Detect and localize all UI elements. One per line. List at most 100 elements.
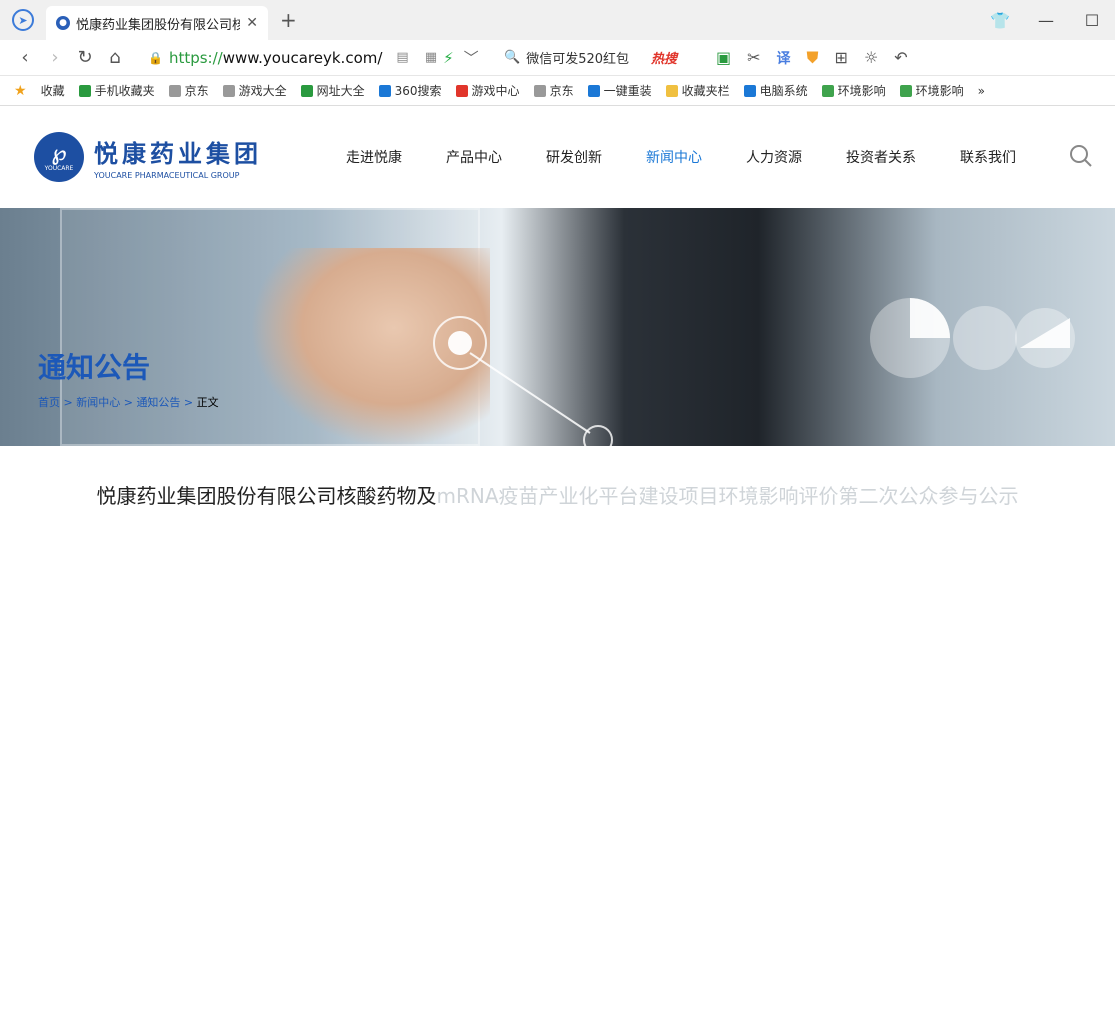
site-header: ℘ YOUCARE 悦康药业集团 YOUCARE PHARMACEUTICAL … bbox=[0, 106, 1115, 208]
bookmark-item[interactable]: 游戏中心 bbox=[455, 82, 520, 99]
home-icon[interactable]: ⌂ bbox=[100, 47, 130, 68]
bookmark-item[interactable]: 收藏 bbox=[41, 82, 65, 99]
search-box[interactable]: 🔍 微信可发520红包 热搜 bbox=[504, 48, 704, 67]
browser-tab[interactable]: ● 悦康药业集团股份有限公司核酸 ✕ bbox=[46, 6, 268, 40]
breadcrumb-link[interactable]: 通知公告 bbox=[136, 396, 180, 409]
navigation-icon[interactable]: ➤ bbox=[12, 9, 34, 31]
article-title-faded: mRNA疫苗产业化平台建设项目环境影响评价第二次公众参与公示 bbox=[436, 484, 1019, 508]
bookmark-label: 收藏 bbox=[40, 84, 65, 98]
bookmark-label: 环境影响 bbox=[915, 84, 964, 98]
bookmark-item[interactable]: 电脑系统 bbox=[743, 82, 808, 99]
bookmark-item[interactable]: 环境影响 bbox=[899, 82, 964, 99]
bookmark-icon bbox=[78, 84, 91, 97]
address-toolbar: ‹ › ↻ ⌂ 🔒 https:// www.youcareyk.com/ ▤ … bbox=[0, 40, 1115, 76]
breadcrumb-link[interactable]: 首页 bbox=[38, 396, 60, 409]
back-icon[interactable]: ‹ bbox=[10, 47, 40, 68]
tab-close-icon[interactable]: ✕ bbox=[246, 15, 258, 31]
bookmark-label: 电脑系统 bbox=[759, 84, 808, 98]
new-tab-icon[interactable]: + bbox=[280, 8, 297, 32]
url-field[interactable]: 🔒 https:// www.youcareyk.com/ ▤ ▦ ⚡ ﹀ bbox=[148, 47, 488, 68]
breadcrumb-separator: > bbox=[180, 396, 197, 409]
site-search-icon[interactable] bbox=[1069, 144, 1093, 168]
bookmark-item[interactable]: 网址大全 bbox=[300, 82, 365, 99]
window-controls: 👕 — ☐ bbox=[977, 0, 1115, 40]
nav-item[interactable]: 人力资源 bbox=[746, 147, 802, 167]
tab-title: 悦康药业集团股份有限公司核酸 bbox=[76, 17, 241, 33]
logo-mark-text: YOUCARE bbox=[44, 164, 74, 172]
bookmark-label: 京东 bbox=[549, 84, 574, 98]
url-scheme: https:// bbox=[168, 48, 223, 67]
nav-item[interactable]: 走进悦康 bbox=[346, 147, 402, 167]
site-logo[interactable]: ℘ YOUCARE 悦康药业集团 YOUCARE PHARMACEUTICAL … bbox=[34, 132, 262, 182]
breadcrumb-separator: > bbox=[120, 396, 137, 409]
maximize-icon[interactable]: ☐ bbox=[1069, 11, 1115, 30]
bookmark-item[interactable]: 京东 bbox=[168, 82, 209, 99]
bookmark-label: 收藏夹栏 bbox=[681, 84, 730, 98]
page-banner: 通知公告 首页 > 新闻中心 > 通知公告 > 正文 bbox=[0, 208, 1115, 446]
logo-mark-icon: ℘ YOUCARE bbox=[34, 132, 84, 182]
lock-icon: 🔒 bbox=[148, 50, 163, 65]
shield-icon[interactable]: ⛊ bbox=[807, 48, 819, 68]
bookmarks-bar: ★ 收藏 手机收藏夹 京东 游戏大全 网址大全 360搜索 游戏中心 京东 一键重装 收藏夹栏 电脑… bbox=[0, 76, 1115, 106]
apps-icon[interactable]: ⊞ bbox=[835, 48, 848, 67]
bookmark-label: 360搜索 bbox=[394, 84, 442, 98]
bookmark-item[interactable]: 环境影响 bbox=[821, 82, 886, 99]
breadcrumb-separator: > bbox=[60, 396, 77, 409]
logo-chinese-name: 悦康药业集团 bbox=[94, 140, 262, 168]
nav-item[interactable]: 产品中心 bbox=[446, 147, 502, 167]
translate-icon[interactable]: 译 bbox=[777, 48, 791, 68]
undo-icon[interactable]: ↶ bbox=[894, 48, 907, 67]
bookmark-item[interactable]: 360搜索 bbox=[378, 82, 442, 99]
reader-icon[interactable]: ▣ bbox=[716, 48, 731, 67]
bookmark-label: 游戏大全 bbox=[238, 84, 287, 98]
reload-icon[interactable]: ↻ bbox=[70, 47, 100, 68]
bookmarks-more-icon[interactable]: » bbox=[978, 84, 985, 98]
url-host: www.youcareyk.com/ bbox=[222, 48, 383, 67]
bolt-icon[interactable]: ⚡ bbox=[443, 49, 454, 67]
bookmark-item[interactable]: 一键重装 bbox=[587, 82, 652, 99]
nav-item[interactable]: 投资者关系 bbox=[846, 147, 916, 167]
bookmark-item[interactable]: 游戏大全 bbox=[222, 82, 287, 99]
bookmark-item[interactable]: 收藏夹栏 bbox=[665, 82, 730, 99]
bookmark-label: 手机收藏夹 bbox=[94, 84, 155, 98]
bookmark-icon bbox=[743, 84, 756, 97]
chevron-down-icon[interactable]: ﹀ bbox=[464, 47, 479, 68]
tab-favicon-icon: ● bbox=[56, 16, 70, 30]
browser-tabbar: ➤ ● 悦康药业集团股份有限公司核酸 ✕ + 👕 — ☐ bbox=[0, 0, 1115, 40]
bookmark-icon bbox=[378, 84, 391, 97]
bookmark-icon bbox=[455, 84, 468, 97]
bookmark-label: 网址大全 bbox=[316, 84, 365, 98]
search-icon: 🔍 bbox=[504, 50, 521, 65]
logo-english-name: YOUCARE PHARMACEUTICAL GROUP bbox=[94, 171, 240, 180]
nav-item[interactable]: 联系我们 bbox=[960, 147, 1016, 167]
bookmark-icon bbox=[300, 84, 313, 97]
forward-icon[interactable]: › bbox=[40, 47, 70, 68]
bookmark-icon bbox=[899, 84, 912, 97]
scissors-icon[interactable]: ✂ bbox=[747, 48, 760, 67]
article-title-visible: 悦康药业集团股份有限公司核酸药物及 bbox=[96, 484, 437, 508]
article: 悦康药业集团股份有限公司核酸药物及mRNA疫苗产业化平台建设项目环境影响评价第二… bbox=[0, 480, 1115, 509]
bookmark-label: 游戏中心 bbox=[471, 84, 520, 98]
bookmark-label: 一键重装 bbox=[603, 84, 652, 98]
bookmark-item[interactable]: 手机收藏夹 bbox=[78, 82, 155, 99]
search-hint: 微信可发520红包 bbox=[526, 52, 630, 67]
breadcrumb-link[interactable]: 新闻中心 bbox=[76, 396, 120, 409]
reader-mode-icon[interactable]: ▤ ▦ bbox=[396, 50, 443, 65]
bookmark-icon bbox=[168, 84, 181, 97]
bookmark-item[interactable]: 京东 bbox=[533, 82, 574, 99]
breadcrumb-current: 正文 bbox=[196, 396, 219, 409]
minimize-icon[interactable]: — bbox=[1023, 11, 1069, 30]
toolbar-icons: ▣ ✂ 译 ⛊ ⊞ ☼ ↶ bbox=[716, 48, 908, 68]
main-nav: 走进悦康 产品中心 研发创新 新闻中心 人力资源 投资者关系 联系我们 bbox=[346, 106, 1060, 208]
banner-title: 通知公告 bbox=[38, 351, 151, 384]
bookmark-icon bbox=[533, 84, 546, 97]
bookmark-label: 京东 bbox=[184, 84, 209, 98]
skin-icon[interactable]: 👕 bbox=[977, 11, 1023, 30]
brightness-icon[interactable]: ☼ bbox=[864, 48, 878, 67]
bookmark-label: 环境影响 bbox=[837, 84, 886, 98]
nav-item[interactable]: 新闻中心 bbox=[646, 147, 702, 167]
hot-search-label[interactable]: 热搜 bbox=[651, 48, 677, 67]
nav-item[interactable]: 研发创新 bbox=[546, 147, 602, 167]
bookmark-icon bbox=[821, 84, 834, 97]
banner-decoration bbox=[433, 298, 1075, 446]
